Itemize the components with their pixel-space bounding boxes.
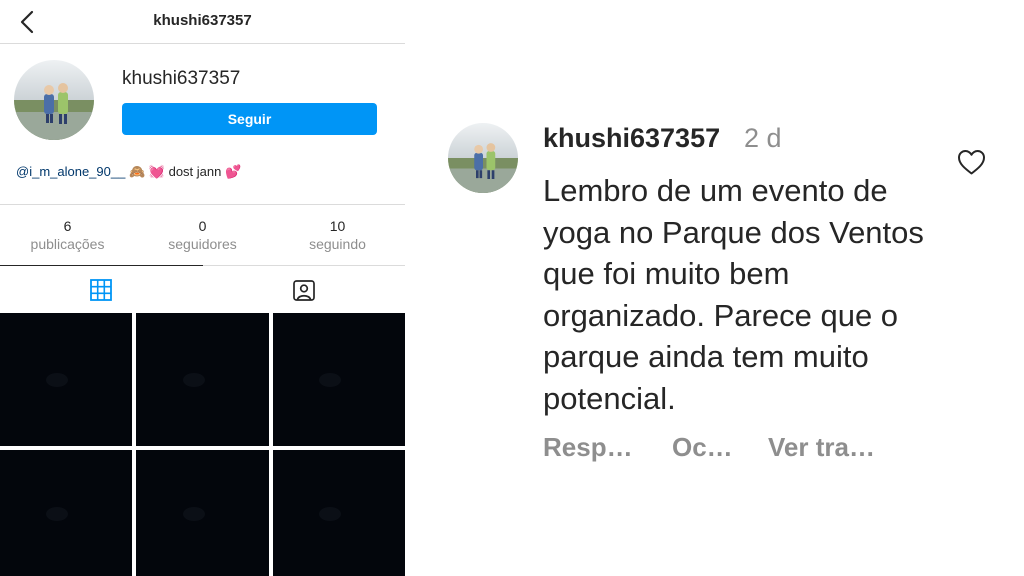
comment-avatar[interactable] [448, 123, 518, 193]
stat-posts-count: 6 [63, 218, 72, 234]
stat-followers-label: seguidores [168, 236, 237, 252]
grid-icon [90, 278, 113, 301]
post-thumbnail[interactable] [136, 450, 269, 576]
like-comment-button[interactable] [956, 147, 987, 177]
see-translation-button[interactable]: Ver tra… [768, 432, 875, 463]
tab-posts-grid[interactable] [0, 265, 203, 313]
comment-text: Lembro de um evento de yoga no Parque do… [543, 173, 924, 416]
heart-outline-icon [958, 150, 985, 175]
stat-posts[interactable]: 6 publicações [0, 205, 135, 265]
bio-trailing-emoji: 💕 [224, 164, 242, 179]
stat-posts-label: publicações [30, 236, 105, 252]
post-thumbnail[interactable] [273, 450, 405, 576]
profile-avatar[interactable] [14, 60, 94, 140]
comment-timestamp: 2 d [744, 123, 782, 153]
tagged-person-icon [292, 279, 315, 301]
bio-text: dost jann [168, 164, 222, 179]
post-thumbnail[interactable] [0, 313, 132, 446]
page-title: khushi637357 [153, 12, 252, 29]
post-thumbnail[interactable] [136, 313, 269, 446]
post-thumbnail[interactable] [0, 450, 132, 576]
reply-button[interactable]: Resp… [543, 432, 633, 463]
stat-following-label: seguindo [309, 236, 366, 252]
post-thumbnail[interactable] [273, 313, 405, 446]
profile-username: khushi637357 [122, 68, 241, 89]
profile-tabs [0, 265, 406, 313]
follow-button[interactable]: Seguir [122, 103, 377, 135]
stat-followers-count: 0 [198, 218, 207, 234]
posts-grid [0, 313, 405, 576]
tab-tagged[interactable] [203, 266, 406, 313]
top-bar: khushi637357 [0, 0, 405, 44]
comment-username[interactable]: khushi637357 [543, 123, 720, 154]
profile-bio: @i_m_alone_90__ 🙈 💓 dost jann 💕 [16, 164, 241, 180]
profile-screen: khushi637357 khushi637357 Seguir @i_m_al… [0, 0, 405, 576]
stat-followers[interactable]: 0 seguidores [135, 205, 270, 265]
hide-button[interactable]: Oc… [672, 432, 733, 463]
comment-panel: khushi637357 2 d Lembro de um evento de … [405, 0, 1024, 576]
bio-emojis: 🙈 💓 [128, 164, 165, 179]
profile-stats: 6 publicações 0 seguidores 10 seguindo [0, 204, 405, 266]
stat-following[interactable]: 10 seguindo [270, 205, 405, 265]
bio-mention-link[interactable]: @i_m_alone_90__ [16, 164, 125, 179]
stat-following-count: 10 [329, 218, 346, 234]
